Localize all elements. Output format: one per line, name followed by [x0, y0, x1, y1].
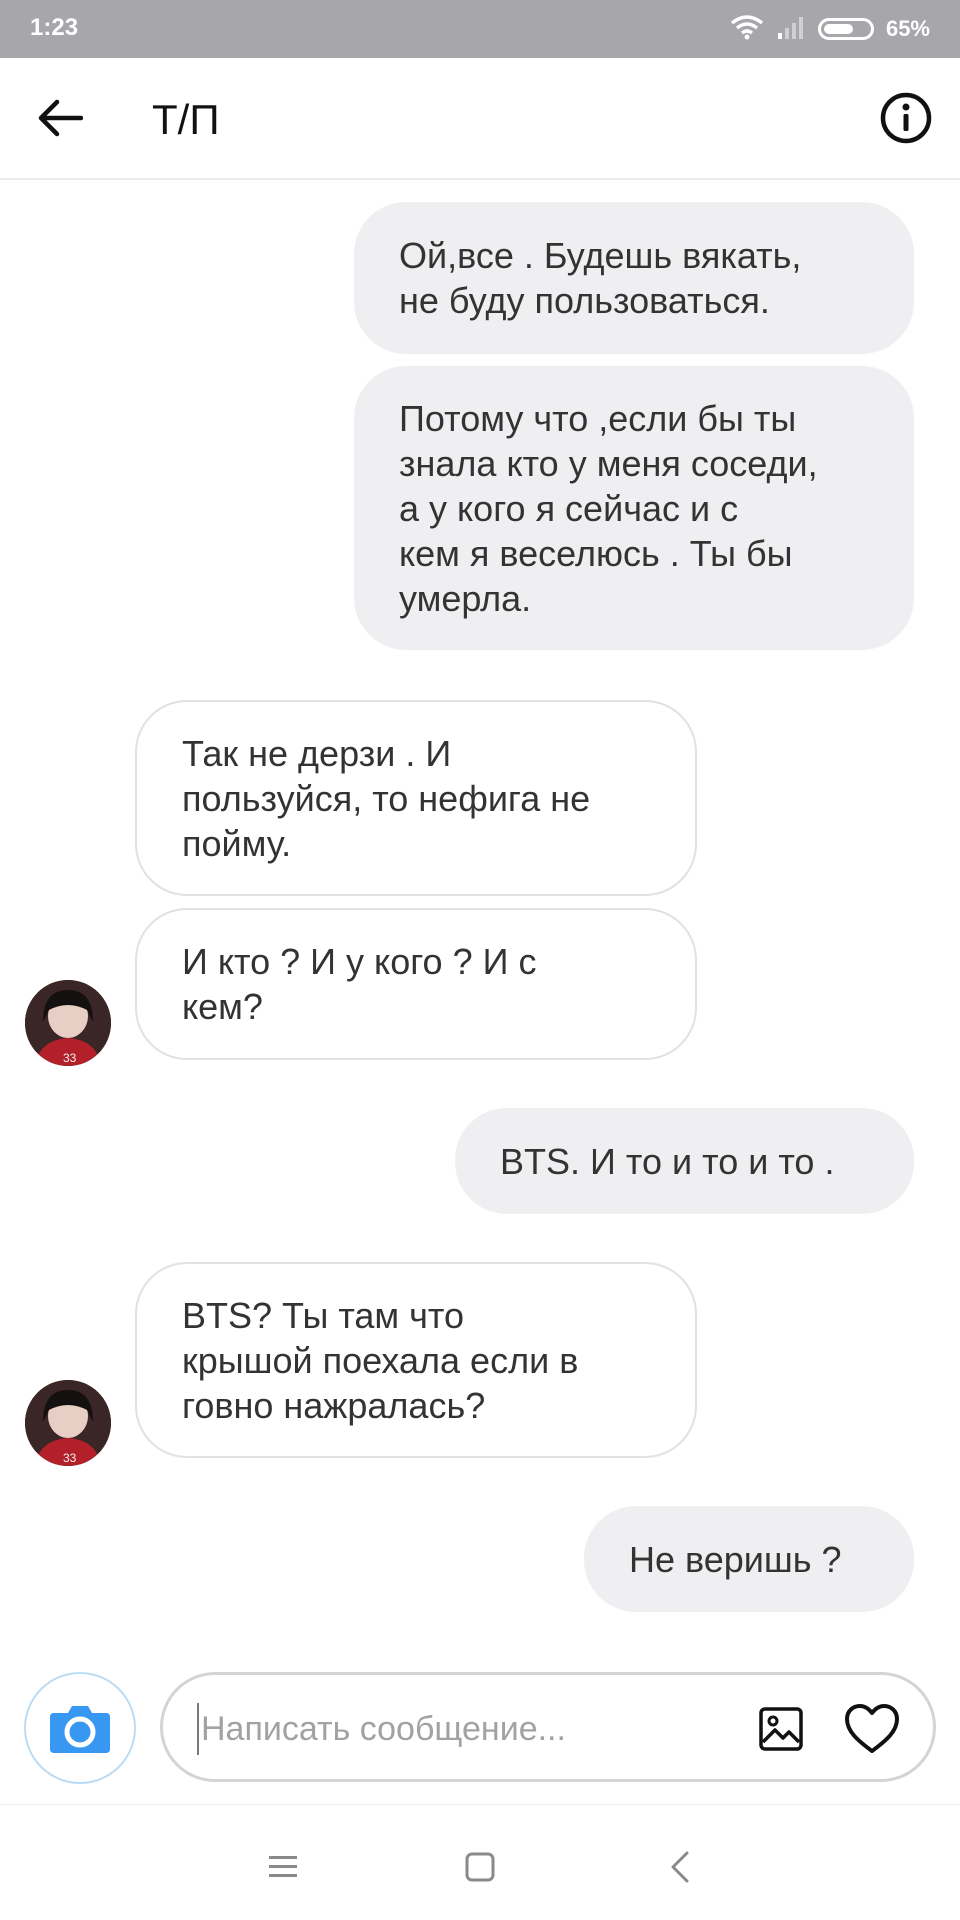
heart-icon — [845, 1704, 899, 1753]
chat-header: Т/П — [0, 58, 960, 180]
svg-text:33: 33 — [63, 1451, 77, 1465]
info-circle-icon — [880, 92, 932, 144]
page-title[interactable]: Т/П — [152, 96, 220, 144]
gallery-button[interactable] — [753, 1701, 809, 1757]
profile-photo: 33 — [25, 1380, 111, 1466]
message-bubble-outgoing[interactable]: BTS. И то и то и то . — [455, 1108, 914, 1214]
message-text: BTS? Ты там что крышой поехала если в го… — [182, 1294, 579, 1426]
message-bubble-outgoing[interactable]: Ой,все . Будешь вякать, не буду пользова… — [354, 202, 914, 354]
back-button[interactable] — [30, 88, 90, 148]
message-text: BTS. И то и то и то . — [500, 1140, 835, 1182]
message-text: Ой,все . Будешь вякать, не буду пользова… — [399, 235, 802, 321]
camera-button[interactable] — [24, 1672, 136, 1784]
message-bubble-outgoing[interactable]: Потому что ,если бы ты знала кто у меня … — [354, 366, 914, 650]
image-icon — [759, 1707, 803, 1751]
arrow-left-icon — [38, 99, 83, 137]
home-square-icon — [465, 1852, 495, 1882]
status-bar: 1:23 65% — [0, 0, 960, 58]
profile-photo: 33 — [25, 980, 111, 1066]
camera-icon — [50, 1706, 110, 1753]
signal-icon — [776, 15, 806, 44]
message-text: И кто ? И у кого ? И с кем? — [182, 941, 537, 1027]
message-text: Потому что ,если бы ты знала кто у меня … — [399, 397, 818, 619]
message-text: Не веришь ? — [629, 1538, 842, 1580]
menu-icon — [269, 1856, 297, 1877]
message-list[interactable]: Ой,все . Будешь вякать, не буду пользова… — [0, 180, 960, 1630]
message-bubble-outgoing[interactable]: Не веришь ? — [584, 1506, 914, 1612]
avatar[interactable]: 33 — [25, 980, 111, 1066]
message-input-container — [160, 1672, 936, 1782]
message-composer — [0, 1660, 960, 1790]
message-bubble-incoming[interactable]: Так не дерзи . И пользуйся, то нефига не… — [135, 700, 697, 896]
avatar[interactable]: 33 — [25, 1380, 111, 1466]
svg-text:33: 33 — [63, 1051, 77, 1065]
status-icons: 65% — [730, 12, 930, 46]
wifi-icon — [730, 14, 764, 45]
battery-fill — [823, 24, 853, 34]
message-bubble-incoming[interactable]: И кто ? И у кого ? И с кем? — [135, 908, 697, 1060]
home-button[interactable] — [450, 1837, 510, 1897]
message-input[interactable] — [197, 1703, 717, 1755]
info-button[interactable] — [876, 88, 936, 148]
battery-icon — [817, 18, 874, 40]
system-back-button[interactable] — [650, 1837, 710, 1897]
battery-percent: 65% — [885, 16, 930, 41]
like-button[interactable] — [841, 1699, 903, 1759]
menu-button[interactable] — [253, 1837, 313, 1897]
message-text: Так не дерзи . И пользуйся, то нефига не… — [182, 732, 591, 864]
message-bubble-incoming[interactable]: BTS? Ты там что крышой поехала если в го… — [135, 1262, 697, 1458]
status-time: 1:23 — [30, 14, 79, 41]
system-nav-bar — [0, 1804, 960, 1920]
back-chevron-icon — [671, 1851, 689, 1883]
